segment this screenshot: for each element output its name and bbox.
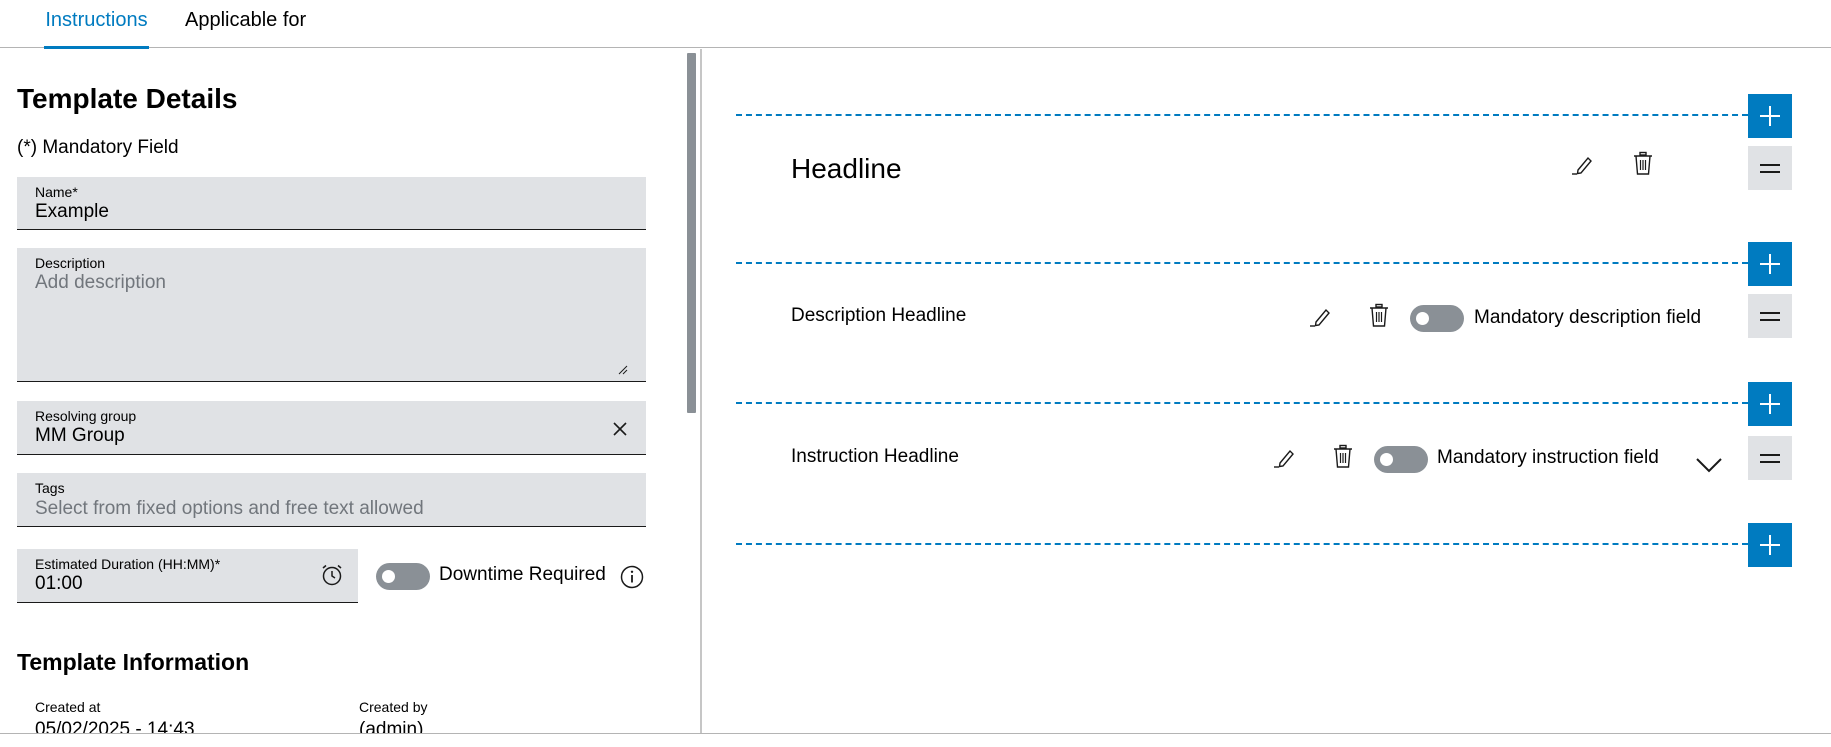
name-field[interactable]: Name* Example [17,177,646,230]
mandatory-description-label: Mandatory description field [1474,307,1702,328]
insert-line [736,402,1748,404]
resolving-group-label: Resolving group [35,408,137,424]
resolving-group-field[interactable]: Resolving group MM Group [17,401,646,455]
mandatory-instruction-toggle[interactable] [1374,446,1428,473]
resize-grip-icon[interactable] [618,365,628,375]
mandatory-field-note: (*) Mandatory Field [17,137,179,158]
insert-line [736,543,1748,545]
chevron-down-icon[interactable] [1695,455,1723,475]
template-information-title: Template Information [17,649,250,675]
estimated-duration-label: Estimated Duration (HH:MM)* [35,556,221,572]
downtime-required-toggle[interactable] [376,563,430,590]
description-block-title: Description Headline [791,305,967,326]
description-label: Description [35,255,106,271]
created-at-value: 05/02/2025 - 14:43 [35,719,195,734]
drag-handle-icon[interactable] [1748,436,1792,480]
estimated-duration-field[interactable]: Estimated Duration (HH:MM)* 01:00 [17,549,358,603]
insert-line [736,262,1748,264]
clock-icon[interactable] [320,563,344,587]
name-value: Example [35,201,109,222]
estimated-duration-value: 01:00 [35,573,83,594]
description-placeholder: Add description [35,272,166,293]
page-title: Template Details [17,83,238,114]
add-block-button[interactable] [1748,382,1792,426]
name-label: Name* [35,184,78,200]
trash-icon[interactable] [1366,302,1392,328]
drag-handle-icon[interactable] [1748,294,1792,338]
template-details-panel: Template Details (*) Mandatory Field Nam… [0,49,700,734]
trash-icon[interactable] [1330,443,1356,469]
edit-pencil-icon[interactable] [1308,303,1334,329]
description-field[interactable]: Description Add description [17,248,646,382]
add-block-button[interactable] [1748,242,1792,286]
tab-instructions[interactable]: Instructions [44,0,149,49]
tags-field[interactable]: Tags Select from fixed options and free … [17,473,646,527]
mandatory-description-toggle[interactable] [1410,305,1464,332]
tab-applicable-for[interactable]: Applicable for [185,0,306,48]
instruction-block-title: Instruction Headline [791,446,959,467]
add-block-button[interactable] [1748,523,1792,567]
created-by-value: (admin) [359,719,424,734]
edit-pencil-icon[interactable] [1570,151,1596,177]
clear-x-icon[interactable] [612,421,628,437]
info-icon[interactable] [620,565,644,589]
left-panel-scrollbar[interactable] [687,53,696,413]
bottom-border [0,733,1831,734]
add-block-button[interactable] [1748,94,1792,138]
headline-block-title: Headline [791,153,902,184]
trash-icon[interactable] [1630,150,1656,176]
instruction-blocks-panel: Headline Description Headline Mandatory … [702,49,1831,734]
tab-bar: Instructions Applicable for [0,0,1831,49]
drag-handle-icon[interactable] [1748,146,1792,190]
tags-label: Tags [35,480,65,496]
downtime-required-label: Downtime Required [439,564,606,585]
created-at-label: Created at [35,699,101,715]
insert-line [736,114,1748,116]
resolving-group-value: MM Group [35,425,125,446]
created-by-label: Created by [359,699,428,715]
mandatory-instruction-label: Mandatory instruction field [1437,447,1659,468]
tags-placeholder: Select from fixed options and free text … [35,498,424,519]
edit-pencil-icon[interactable] [1272,444,1298,470]
